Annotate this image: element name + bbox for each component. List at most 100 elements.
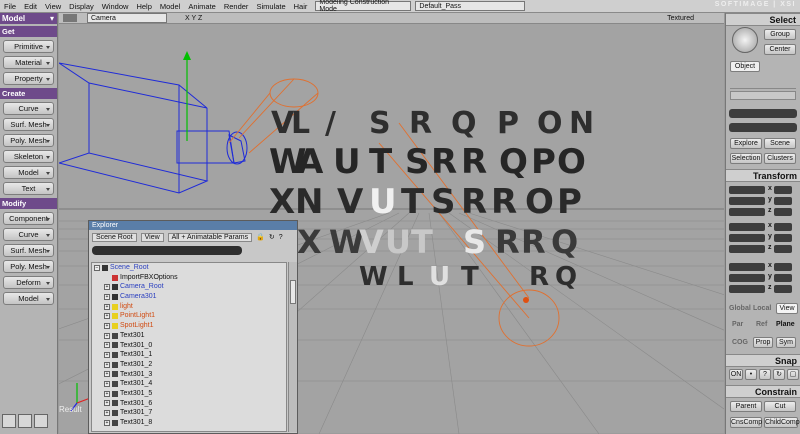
scene-button[interactable]: Scene [764,138,796,149]
expand-icon[interactable]: + [104,303,110,310]
tree-row[interactable]: + Text301_1 [92,350,286,360]
menu-model[interactable]: Model [156,2,184,11]
expand-icon[interactable]: + [104,322,110,329]
rotate-z-field[interactable] [729,245,765,253]
get-material-button[interactable]: Material [3,56,54,69]
refresh-icon[interactable]: ↻ [269,233,275,241]
create-text-button[interactable]: Text [3,182,54,195]
layout-single-icon[interactable] [2,414,16,428]
expand-icon[interactable]: + [104,419,110,426]
expand-icon[interactable]: + [104,352,110,359]
expand-icon[interactable]: + [104,313,110,320]
global-toggle[interactable]: Global [729,305,751,312]
plane-toggle[interactable]: Plane [776,321,795,328]
tree-row[interactable]: + Text301_4 [92,379,286,389]
cog-toggle[interactable]: COG [732,339,748,346]
expand-icon[interactable]: − [94,264,100,271]
translate-y-field[interactable] [729,274,765,282]
tree-row[interactable]: + Camera_Root [92,282,286,292]
menu-view[interactable]: View [41,2,65,11]
create-surf-mesh-button[interactable]: Surf. Mesh [3,118,54,131]
scale-y-field[interactable] [729,197,765,205]
translate-x-field[interactable] [729,263,765,271]
tree-row[interactable]: + Text301_7 [92,408,286,418]
group-button[interactable]: Group [764,29,796,40]
tree-row[interactable]: ImportFBXOptions [92,273,286,283]
local-toggle[interactable]: Local [753,305,771,312]
tree-row[interactable]: + Text301_3 [92,370,286,380]
rotate-y-field[interactable] [729,234,765,242]
scale-z-value[interactable] [774,208,792,216]
create-curve-button[interactable]: Curve [3,102,54,115]
selection-name-field[interactable] [729,109,797,118]
camera-wireframe[interactable] [59,62,248,194]
layout-split-icon[interactable] [18,414,32,428]
translate-z-value[interactable] [774,285,792,293]
tree-row[interactable]: − Scene_Root [92,263,286,273]
tree-row[interactable]: + Text301_2 [92,360,286,370]
construction-mode-select[interactable]: Modeling Construction Mode [315,0,412,13]
expand-icon[interactable]: + [104,390,110,397]
translate-x-value[interactable] [774,263,792,271]
object-button[interactable]: Object [730,61,760,72]
expand-icon[interactable]: + [104,381,110,388]
snap-curve-icon[interactable]: ? [759,369,771,380]
help-icon[interactable]: ? [279,234,283,241]
cut-button[interactable]: Cut [764,401,796,412]
expand-icon[interactable]: + [104,342,110,349]
menu-render[interactable]: Render [220,2,253,11]
rotate-z-value[interactable] [774,245,792,253]
explorer-scrollbar[interactable] [288,262,297,432]
menu-display[interactable]: Display [65,2,98,11]
expand-icon[interactable]: + [104,284,110,291]
snap-points-icon[interactable]: • [745,369,757,380]
sym-toggle[interactable]: Sym [776,337,796,348]
module-switcher[interactable]: Model ▾ [0,13,57,24]
snap-grid-icon[interactable]: ▢ [787,369,799,380]
scale-x-field[interactable] [729,186,765,194]
expand-icon[interactable]: + [104,293,110,300]
rotate-x-value[interactable] [774,223,792,231]
modify-component-button[interactable]: Component [3,212,54,225]
create-skeleton-button[interactable]: Skeleton [3,150,54,163]
view-toggle[interactable]: View [776,303,798,314]
clusters-button[interactable]: Clusters [764,153,796,164]
modify-curve-button[interactable]: Curve [3,228,54,241]
menu-window[interactable]: Window [98,2,133,11]
expand-icon[interactable]: + [104,371,110,378]
select-arrow-icon[interactable] [732,27,758,53]
menu-file[interactable]: File [0,2,20,11]
prop-toggle[interactable]: Prop [753,337,773,348]
explorer-scope-button[interactable]: Scene Root [92,232,137,242]
pass-select[interactable]: Default_Pass [415,1,526,11]
filter-dropdown[interactable] [730,91,796,100]
explorer-search-input[interactable] [92,246,242,255]
tree-row[interactable]: + PointLight1 [92,311,286,321]
tree-row[interactable]: + Text301_8 [92,418,286,428]
scale-z-field[interactable] [729,208,765,216]
y-axis-arrow-icon[interactable] [183,51,191,60]
expand-icon[interactable]: + [104,361,110,368]
tree-row[interactable]: + Camera301 [92,292,286,302]
explorer-title[interactable]: Explorer [89,221,297,230]
tree-row[interactable]: + Text301_0 [92,341,286,351]
get-property-button[interactable]: Property [3,72,54,85]
scale-y-value[interactable] [774,197,792,205]
tree-row[interactable]: + Text301_6 [92,399,286,409]
point-light-icon[interactable] [523,297,529,303]
translate-y-value[interactable] [774,274,792,282]
modify-poly-mesh-button[interactable]: Poly. Mesh [3,260,54,273]
layout-quad-icon[interactable] [34,414,48,428]
snap-surface-icon[interactable]: ↻ [773,369,785,380]
expand-icon[interactable]: + [104,400,110,407]
menu-simulate[interactable]: Simulate [252,2,289,11]
expand-icon[interactable]: + [104,410,110,417]
tree-row[interactable]: + Text301_5 [92,389,286,399]
selection-info-field[interactable] [729,123,797,132]
cnscomp-button[interactable]: CnsComp [730,417,762,428]
ref-toggle[interactable]: Ref [756,321,767,328]
explore-button[interactable]: Explore [730,138,762,149]
get-primitive-button[interactable]: Primitive [3,40,54,53]
scale-x-value[interactable] [774,186,792,194]
rotate-x-field[interactable] [729,223,765,231]
